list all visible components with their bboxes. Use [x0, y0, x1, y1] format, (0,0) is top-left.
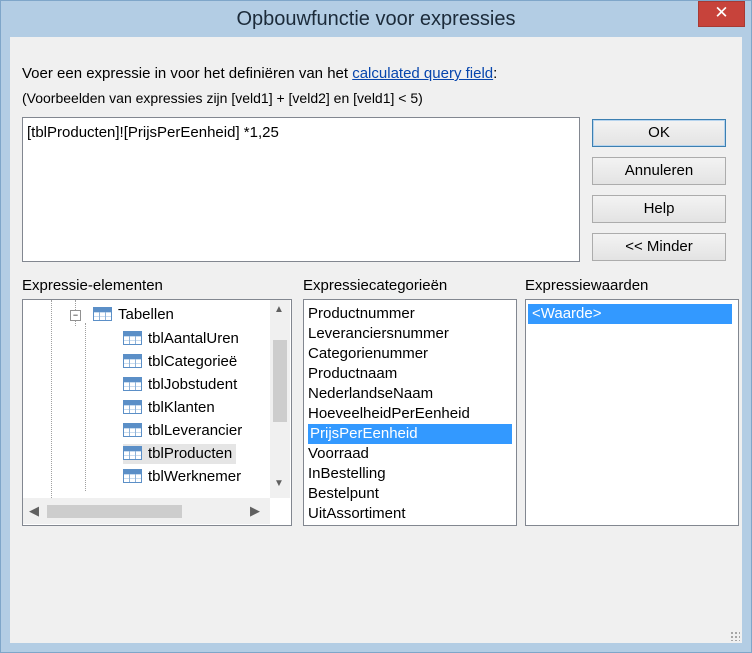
title-bar[interactable]: Opbouwfunctie voor expressies ✕ — [1, 1, 751, 37]
list-item[interactable]: Productnummer — [308, 304, 415, 324]
tree-item-label: tblWerknemer — [148, 468, 242, 485]
tree-item-label: tblAantalUren — [148, 330, 239, 347]
scrollbar-thumb[interactable] — [273, 340, 287, 422]
table-icon — [93, 307, 112, 321]
cancel-button[interactable]: Annuleren — [592, 157, 726, 185]
tree-guide-line — [51, 300, 52, 498]
table-icon — [123, 423, 142, 437]
tree-item-label: tblLeverancier — [148, 422, 243, 439]
close-icon[interactable]: ✕ — [698, 1, 745, 27]
list-item[interactable]: Categorienummer — [308, 344, 428, 364]
tree-item-table[interactable]: tblJobstudent — [123, 375, 237, 395]
instruction-suffix: : — [493, 65, 498, 82]
table-icon — [123, 469, 142, 483]
list-item[interactable]: NederlandseNaam — [308, 384, 433, 404]
list-item[interactable]: HoeveelheidPerEenheid — [308, 404, 470, 424]
examples-text: (Voorbeelden van expressies zijn [veld1]… — [22, 90, 423, 106]
expression-values-label: Expressiewaarden — [525, 277, 649, 294]
dialog-title: Opbouwfunctie voor expressies — [236, 8, 516, 30]
help-button[interactable]: Help — [592, 195, 726, 223]
collapse-icon[interactable]: − — [70, 310, 81, 321]
expression-elements-label: Expressie-elementen — [22, 277, 163, 294]
scroll-down-icon[interactable]: ▼ — [274, 478, 284, 489]
resize-grip-icon[interactable] — [730, 631, 740, 641]
calculated-query-field-link[interactable]: calculated query field — [352, 65, 493, 82]
dialog-body: Voer een expressie in voor het definiëre… — [10, 37, 742, 643]
expression-values-list[interactable]: <Waarde> — [525, 299, 739, 526]
scroll-left-icon[interactable]: ◀ — [29, 503, 39, 519]
tree-item-label: tblJobstudent — [148, 376, 238, 393]
list-item[interactable]: InBestelling — [308, 464, 386, 484]
instruction-text: Voer een expressie in voor het definiëre… — [22, 65, 497, 82]
list-item[interactable]: Productnaam — [308, 364, 397, 384]
ok-button[interactable]: OK — [592, 119, 726, 147]
list-item-selected[interactable]: <Waarde> — [528, 304, 732, 324]
expression-builder-dialog: Opbouwfunctie voor expressies ✕ Voer een… — [0, 0, 752, 653]
tree-item-label: tblKlanten — [148, 399, 215, 416]
vertical-scrollbar[interactable]: ▲ ▼ — [270, 300, 290, 498]
tree-item-table[interactable]: tblKlanten — [123, 398, 215, 418]
tree-item-table-selected[interactable]: tblProducten — [123, 444, 237, 464]
tree-item-label: Tabellen — [118, 306, 174, 323]
expression-categories-list[interactable]: Productnummer Leveranciersnummer Categor… — [303, 299, 517, 526]
horizontal-scrollbar[interactable]: ◀ ▶ — [23, 498, 270, 524]
expression-categories-label: Expressiecategorieën — [303, 277, 448, 294]
tree-item-table[interactable]: tblWerknemer — [123, 467, 241, 487]
table-icon — [123, 354, 142, 368]
table-icon — [123, 377, 142, 391]
table-icon — [123, 400, 142, 414]
table-icon — [123, 331, 142, 345]
tree-item-label: tblCategorieë — [148, 353, 238, 370]
tree-item-table[interactable]: tblAantalUren — [123, 329, 239, 349]
scroll-right-icon[interactable]: ▶ — [250, 503, 260, 519]
expression-value: [tblProducten]![PrijsPerEenheid] *1,25 — [27, 124, 279, 141]
list-item[interactable]: Voorraad — [308, 444, 369, 464]
tree-guide-line — [85, 323, 86, 491]
tree-item-tables[interactable]: Tabellen — [93, 305, 174, 325]
tree-item-label: tblProducten — [148, 445, 233, 462]
expression-elements-tree[interactable]: − Tabellen tblAantalUren tblCategorieë t… — [22, 299, 292, 526]
table-icon — [123, 446, 142, 460]
instruction-prefix: Voer een expressie in voor het definiëre… — [22, 65, 353, 82]
tree-item-table[interactable]: tblLeverancier — [123, 421, 242, 441]
list-item[interactable]: Bestelpunt — [308, 484, 379, 504]
list-item[interactable]: Leveranciersnummer — [308, 324, 449, 344]
scrollbar-thumb[interactable] — [47, 505, 182, 518]
tree-item-table[interactable]: tblCategorieë — [123, 352, 237, 372]
list-item-selected[interactable]: PrijsPerEenheid — [308, 424, 512, 444]
expression-input[interactable]: [tblProducten]![PrijsPerEenheid] *1,25 — [22, 117, 580, 262]
scroll-up-icon[interactable]: ▲ — [274, 304, 284, 315]
less-button[interactable]: << Minder — [592, 233, 726, 261]
list-item[interactable]: UitAssortiment — [308, 504, 406, 524]
